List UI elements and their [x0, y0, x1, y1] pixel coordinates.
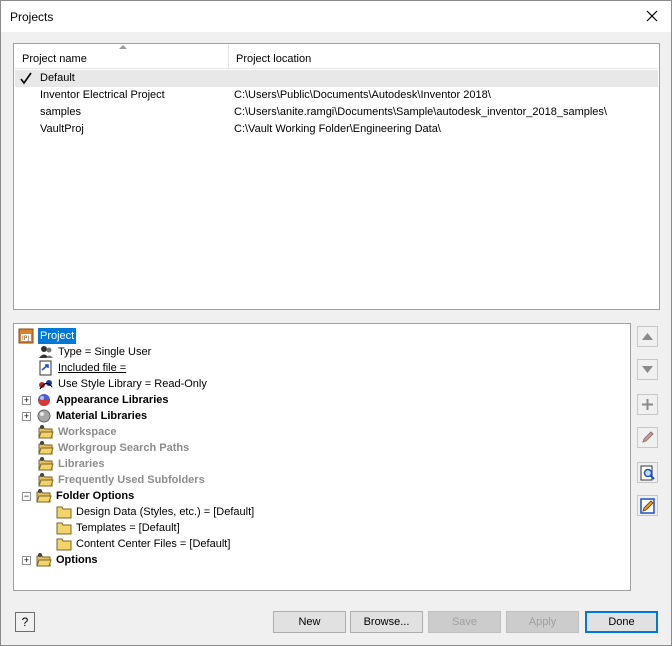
style-library-icon [39, 380, 53, 390]
tree-node-label: Project [38, 328, 77, 344]
tree-node-label: Included file = [58, 362, 127, 374]
save-button[interactable]: Save [428, 611, 501, 633]
find-file-button[interactable] [637, 462, 658, 483]
project-file-icon: IPJ [18, 328, 34, 344]
tree-node-content-center-files[interactable]: Content Center Files = [Default] [56, 536, 230, 552]
tree-node-appearance-libraries[interactable]: + Appearance Libraries [22, 392, 169, 408]
tree-node-options[interactable]: + Options [22, 552, 98, 568]
edit-button[interactable] [637, 427, 658, 448]
tree-node-label: Material Libraries [56, 410, 148, 422]
folder-icon [56, 506, 72, 519]
tree-node-label: Workgroup Search Paths [58, 442, 190, 454]
project-name: Default [40, 72, 75, 84]
tree-node-label: Templates = [Default] [76, 522, 180, 534]
tree-node-libraries[interactable]: Libraries [38, 456, 104, 472]
tree-node-project[interactable]: IPJ Project [18, 328, 77, 344]
tree-node-design-data[interactable]: Design Data (Styles, etc.) = [Default] [56, 504, 254, 520]
tree-node-workspace[interactable]: Workspace [38, 424, 117, 440]
column-header-project-location[interactable]: Project location [229, 45, 649, 69]
folder-open-icon [36, 489, 52, 503]
tree-node-label: Design Data (Styles, etc.) = [Default] [76, 506, 255, 518]
tree-node-label: Frequently Used Subfolders [58, 474, 205, 486]
project-list[interactable]: Project name Project location Default In… [13, 43, 660, 310]
tree-node-folder-options[interactable]: − Folder Options [22, 488, 134, 504]
pencil-icon [642, 431, 654, 443]
tree-node-label: Use Style Library = Read-Only [58, 378, 207, 390]
project-settings-tree[interactable]: IPJ Project Type = Single User Included … [13, 323, 631, 591]
folder-icon [56, 522, 72, 535]
checkmark-icon [20, 72, 32, 85]
window-title: Projects [10, 10, 54, 24]
project-name: samples [40, 106, 81, 118]
expand-icon[interactable]: + [22, 395, 31, 405]
help-icon: ? [21, 615, 29, 629]
tree-node-label: Libraries [58, 458, 105, 470]
project-row-default[interactable]: Default [15, 70, 658, 87]
tree-node-style-library[interactable]: Use Style Library = Read-Only [38, 376, 207, 392]
project-name: Inventor Electrical Project [40, 89, 165, 101]
tree-node-label: Appearance Libraries [56, 394, 169, 406]
help-button[interactable]: ? [15, 612, 35, 632]
title-bar: Projects [1, 1, 671, 32]
browse-button[interactable]: Browse... [350, 611, 423, 633]
tree-node-label: Workspace [58, 426, 117, 438]
apply-button[interactable]: Apply [506, 611, 579, 633]
tree-node-material-libraries[interactable]: + Material Libraries [22, 408, 147, 424]
project-list-header: Project name Project location [15, 45, 658, 69]
tree-node-label: Folder Options [56, 490, 135, 502]
project-row[interactable]: samples C:\Users\anite.ramgi\Documents\S… [15, 104, 658, 121]
tree-node-label: Type = Single User [58, 346, 152, 358]
plus-icon [642, 399, 653, 410]
projects-dialog: Projects Project name Project location D… [0, 0, 672, 646]
folder-open-icon [38, 473, 54, 487]
tree-node-templates[interactable]: Templates = [Default] [56, 520, 180, 536]
tree-node-type[interactable]: Type = Single User [38, 344, 151, 360]
edit-project-file-button[interactable] [637, 495, 658, 516]
close-icon [646, 10, 658, 22]
folder-open-icon [36, 553, 52, 567]
triangle-up-icon [642, 333, 653, 340]
find-file-icon [640, 465, 655, 480]
triangle-down-icon [642, 366, 653, 373]
material-icon [37, 409, 51, 423]
add-path-button[interactable] [637, 394, 658, 415]
folder-open-icon [38, 425, 54, 439]
project-location: C:\Vault Working Folder\Engineering Data… [234, 123, 441, 135]
expand-icon[interactable]: + [22, 555, 31, 565]
expand-icon[interactable]: + [22, 411, 31, 421]
close-button[interactable] [641, 5, 663, 27]
project-row[interactable]: Inventor Electrical Project C:\Users\Pub… [15, 87, 658, 104]
column-header-project-name[interactable]: Project name [15, 45, 229, 69]
collapse-icon[interactable]: − [22, 491, 31, 501]
tree-node-label: Content Center Files = [Default] [76, 538, 231, 550]
folder-open-icon [38, 441, 54, 455]
folder-open-icon [38, 457, 54, 471]
tree-node-label: Options [56, 554, 98, 566]
new-button[interactable]: New [273, 611, 346, 633]
sort-ascending-icon [119, 45, 127, 49]
project-location: C:\Users\Public\Documents\Autodesk\Inven… [234, 89, 491, 101]
users-icon [39, 346, 53, 358]
edit-document-icon [639, 497, 655, 514]
move-down-button[interactable] [637, 359, 658, 380]
link-file-icon [39, 360, 52, 376]
appearance-icon [38, 394, 50, 406]
project-location: C:\Users\anite.ramgi\Documents\Sample\au… [234, 106, 607, 118]
tree-node-workgroup-search-paths[interactable]: Workgroup Search Paths [38, 440, 189, 456]
svg-text:IPJ: IPJ [22, 335, 29, 342]
move-up-button[interactable] [637, 326, 658, 347]
project-row[interactable]: VaultProj C:\Vault Working Folder\Engine… [15, 121, 658, 138]
tree-node-frequently-used-subfolders[interactable]: Frequently Used Subfolders [38, 472, 205, 488]
tree-node-included-file[interactable]: Included file = [38, 360, 126, 376]
done-button[interactable]: Done [585, 611, 658, 633]
project-name: VaultProj [40, 123, 84, 135]
folder-icon [56, 538, 72, 551]
